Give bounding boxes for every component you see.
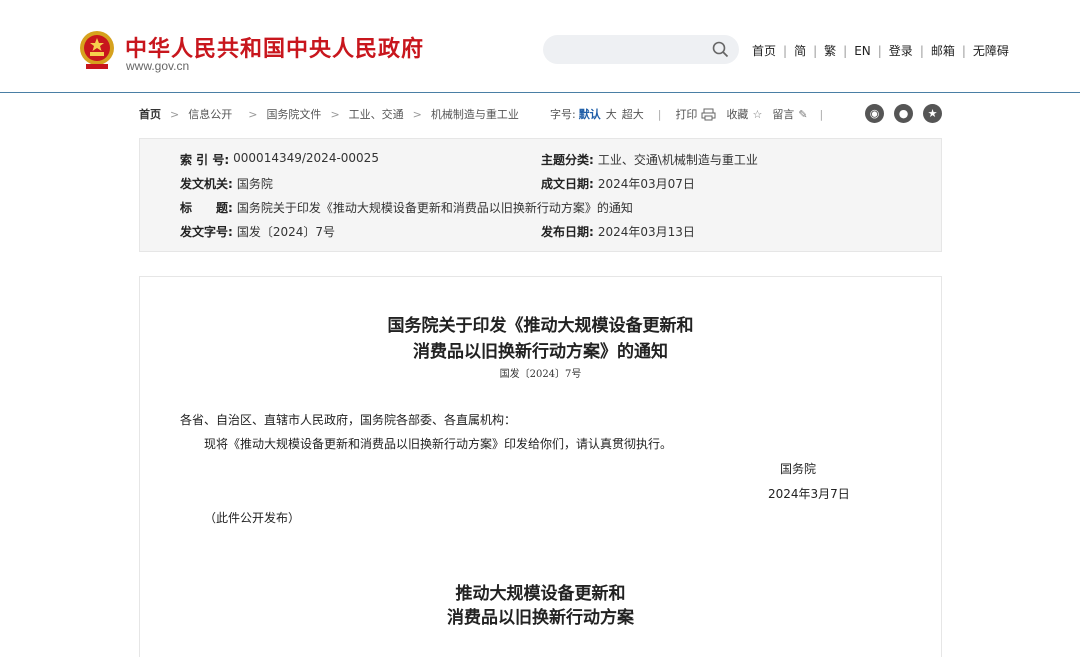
meta-title-key: 标 题: [180, 201, 233, 215]
meta-category: 主题分类: 工业、交通\机械制造与重工业 [541, 151, 758, 168]
meta-docno-value: 国发〔2024〕7号 [236, 225, 335, 239]
article-signer: 国务院 [780, 462, 817, 476]
meta-created: 成文日期: 2024年03月07日 [541, 175, 695, 192]
meta-issuer-value: 国务院 [236, 177, 273, 191]
weibo-icon[interactable]: ◉ [865, 104, 884, 123]
divider: | [919, 43, 924, 58]
meta-docno: 发文字号: 国发〔2024〕7号 [180, 223, 335, 240]
divider: | [783, 43, 788, 58]
meta-index: 索 引 号: 000014349/2024-00025 [180, 151, 379, 168]
print-label: 打印 [675, 108, 698, 121]
divider: | [843, 43, 848, 58]
page-tools: 字号: 默认 大 超大 | 打印 收藏 ☆ 留言 ✎ | [550, 104, 823, 124]
print-button[interactable]: 打印 [675, 106, 716, 122]
top-nav: 首页 | 简 | 繁 | EN | 登录 | 邮箱 | 无障碍 [752, 42, 1009, 59]
breadcrumb: 首页 > 信息公开 > 国务院文件 > 工业、交通 > 机械制造与重工业 [139, 106, 519, 122]
nav-accessibility[interactable]: 无障碍 [973, 42, 1009, 59]
share-icons: ◉ ● ★ [865, 104, 942, 123]
chevron-right-icon: > [330, 107, 340, 121]
star-icon[interactable]: ★ [923, 104, 942, 123]
wechat-icon[interactable]: ● [894, 104, 913, 123]
font-size-xlarge[interactable]: 超大 [622, 106, 644, 122]
breadcrumb-bar: 首页 > 信息公开 > 国务院文件 > 工业、交通 > 机械制造与重工业 字号:… [139, 104, 942, 124]
meta-created-key: 成文日期: [541, 177, 594, 191]
search-input[interactable] [543, 35, 739, 64]
chevron-right-icon: > [170, 107, 180, 121]
star-outline-icon: ☆ [752, 107, 763, 121]
meta-published-key: 发布日期: [541, 225, 594, 239]
article-doc-number: 国发〔2024〕7号 [499, 369, 582, 380]
meta-category-key: 主题分类: [541, 153, 594, 167]
divider: | [961, 43, 966, 58]
site-url[interactable]: www.gov.cn [126, 59, 189, 73]
nav-home[interactable]: 首页 [752, 42, 776, 59]
meta-title: 标 题: 国务院关于印发《推动大规模设备更新和消费品以旧换新行动方案》的通知 [180, 199, 633, 216]
divider: | [819, 107, 824, 121]
font-size-large[interactable]: 大 [606, 106, 617, 122]
meta-title-value: 国务院关于印发《推动大规模设备更新和消费品以旧换新行动方案》的通知 [236, 201, 633, 215]
divider: | [813, 43, 818, 58]
nav-mail[interactable]: 邮箱 [931, 42, 955, 59]
national-emblem-icon[interactable] [78, 30, 116, 70]
pencil-icon: ✎ [798, 107, 808, 121]
article-salutation: 各省、自治区、直辖市人民政府，国务院各部委、各直属机构： [180, 413, 517, 427]
font-size-default[interactable]: 默认 [579, 106, 601, 122]
comment-label: 留言 [772, 108, 795, 121]
document-meta: 索 引 号: 000014349/2024-00025 主题分类: 工业、交通\… [139, 138, 942, 252]
article-date: 2024年3月7日 [768, 487, 850, 501]
favorite-button[interactable]: 收藏 ☆ [726, 106, 762, 122]
nav-login[interactable]: 登录 [889, 42, 913, 59]
chevron-right-icon: > [248, 107, 258, 121]
meta-docno-key: 发文字号: [180, 225, 233, 239]
printer-icon [701, 108, 716, 120]
meta-index-value: 000014349/2024-00025 [233, 151, 379, 165]
search-icon[interactable] [712, 41, 729, 58]
favorite-label: 收藏 [726, 108, 749, 121]
attachment-title-line-1: 推动大规模设备更新和 [455, 584, 626, 604]
font-size-label: 字号: [550, 108, 576, 121]
chevron-right-icon: > [412, 107, 422, 121]
attachment-title-line-2: 消费品以旧换新行动方案 [447, 608, 634, 628]
article-body: 国务院关于印发《推动大规模设备更新和 消费品以旧换新行动方案》的通知 国发〔20… [139, 276, 942, 657]
divider: | [657, 107, 662, 121]
meta-issuer-key: 发文机关: [180, 177, 233, 191]
article-title-line-2: 消费品以旧换新行动方案》的通知 [413, 342, 668, 362]
meta-index-key: 索 引 号: [180, 153, 230, 167]
article-paragraph: 现将《推动大规模设备更新和消费品以旧换新行动方案》印发给你们，请认真贯彻执行。 [204, 437, 673, 451]
nav-simplified[interactable]: 简 [794, 42, 806, 59]
nav-traditional[interactable]: 繁 [824, 42, 836, 59]
meta-published-value: 2024年03月13日 [597, 225, 695, 239]
breadcrumb-machinery[interactable]: 机械制造与重工业 [431, 106, 519, 122]
breadcrumb-industry-transport[interactable]: 工业、交通 [349, 106, 404, 122]
breadcrumb-state-council-docs[interactable]: 国务院文件 [266, 106, 321, 122]
site-header: 中华人民共和国中央人民政府 www.gov.cn 首页 | 简 | 繁 | EN… [0, 0, 1080, 93]
divider: | [877, 43, 882, 58]
meta-issuer: 发文机关: 国务院 [180, 175, 273, 192]
breadcrumb-home[interactable]: 首页 [139, 106, 161, 122]
nav-english[interactable]: EN [854, 44, 871, 58]
breadcrumb-info-public[interactable]: 信息公开 [188, 106, 232, 122]
meta-category-value: 工业、交通\机械制造与重工业 [597, 153, 758, 167]
meta-published: 发布日期: 2024年03月13日 [541, 223, 695, 240]
article-note: （此件公开发布） [204, 511, 301, 525]
comment-button[interactable]: 留言 ✎ [772, 106, 807, 122]
meta-created-value: 2024年03月07日 [597, 177, 695, 191]
article-title-line-1: 国务院关于印发《推动大规模设备更新和 [387, 316, 694, 336]
